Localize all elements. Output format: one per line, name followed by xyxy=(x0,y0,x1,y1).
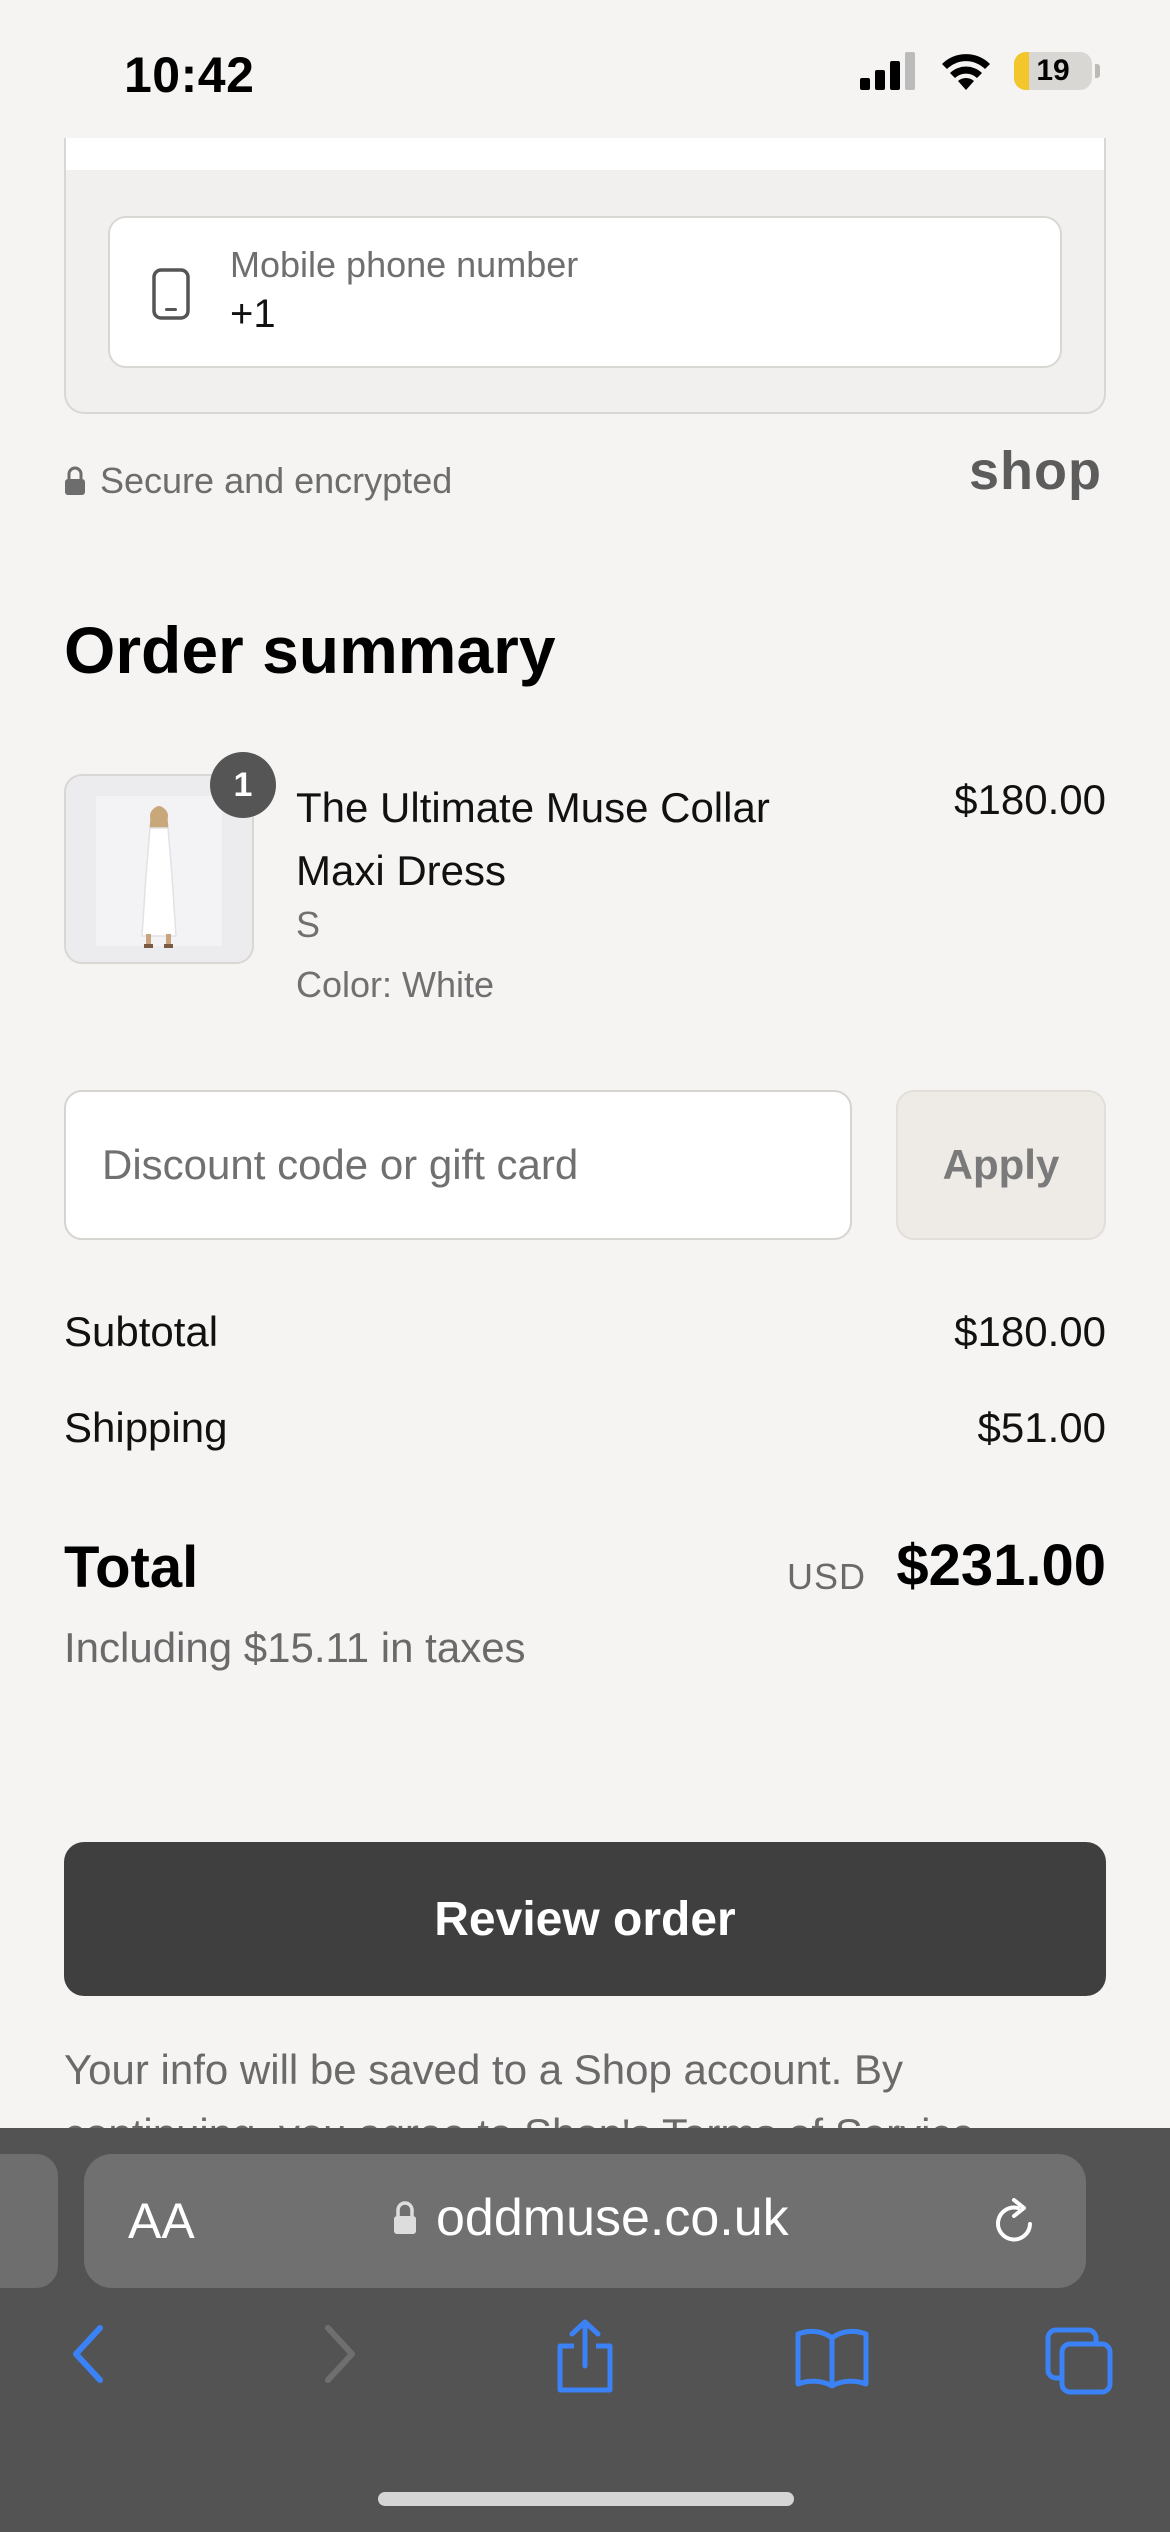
shipping-value: $51.00 xyxy=(977,1404,1106,1451)
review-order-button[interactable]: Review order xyxy=(64,1842,1106,1996)
product-size: S xyxy=(296,904,321,945)
back-arrow-icon[interactable] xyxy=(68,2322,108,2386)
share-icon[interactable] xyxy=(552,2318,618,2394)
product-price: $180.00 xyxy=(954,776,1106,823)
subtotal-label: Subtotal xyxy=(64,1308,219,1355)
status-icons: 19 xyxy=(860,52,1100,90)
taxes-note: Including $15.11 in taxes xyxy=(64,1624,526,1671)
apply-button[interactable]: Apply xyxy=(896,1090,1106,1240)
home-indicator xyxy=(378,2492,794,2506)
battery-icon: 19 xyxy=(1014,52,1092,90)
previous-tab-peek[interactable] xyxy=(0,2154,58,2288)
shipping-label: Shipping xyxy=(64,1404,228,1451)
subtotal-value: $180.00 xyxy=(954,1308,1106,1355)
shop-account-info: Your info will be saved to a Shop accoun… xyxy=(64,2046,975,2130)
total-currency: USD xyxy=(786,1556,866,1597)
phone-field-value[interactable]: +1 xyxy=(230,292,276,337)
lock-icon xyxy=(394,2201,416,2234)
tabs-icon[interactable] xyxy=(1044,2326,1114,2396)
mobile-phone-icon xyxy=(152,268,190,320)
discount-code-input[interactable]: Discount code or gift card xyxy=(64,1090,852,1240)
url-display[interactable]: oddmuse.co.uk xyxy=(392,2188,789,2248)
phone-field-label: Mobile phone number xyxy=(230,244,579,285)
total-value: $231.00 xyxy=(896,1533,1106,1598)
page-settings-button[interactable]: AA xyxy=(128,2192,195,2250)
shop-logo: shop xyxy=(969,441,1102,501)
reload-icon[interactable] xyxy=(990,2196,1038,2246)
product-color: Color: White xyxy=(296,964,495,1005)
discount-placeholder: Discount code or gift card xyxy=(102,1141,579,1188)
secure-note: Secure and encrypted xyxy=(64,460,452,502)
cellular-signal-icon xyxy=(860,52,915,90)
status-time: 10:42 xyxy=(124,47,255,103)
wifi-icon xyxy=(942,54,990,90)
product-name: The Ultimate Muse Collar Maxi Dress xyxy=(296,784,770,894)
quantity-badge: 1 xyxy=(210,752,276,818)
order-summary-title: Order summary xyxy=(64,613,556,687)
card-top-edge xyxy=(64,138,1106,172)
url-text: oddmuse.co.uk xyxy=(436,2189,789,2247)
lock-icon xyxy=(65,466,85,495)
forward-arrow-icon[interactable] xyxy=(320,2322,360,2386)
secure-text: Secure and encrypted xyxy=(100,460,453,501)
total-label: Total xyxy=(64,1535,199,1600)
bookmarks-icon[interactable] xyxy=(794,2326,870,2390)
